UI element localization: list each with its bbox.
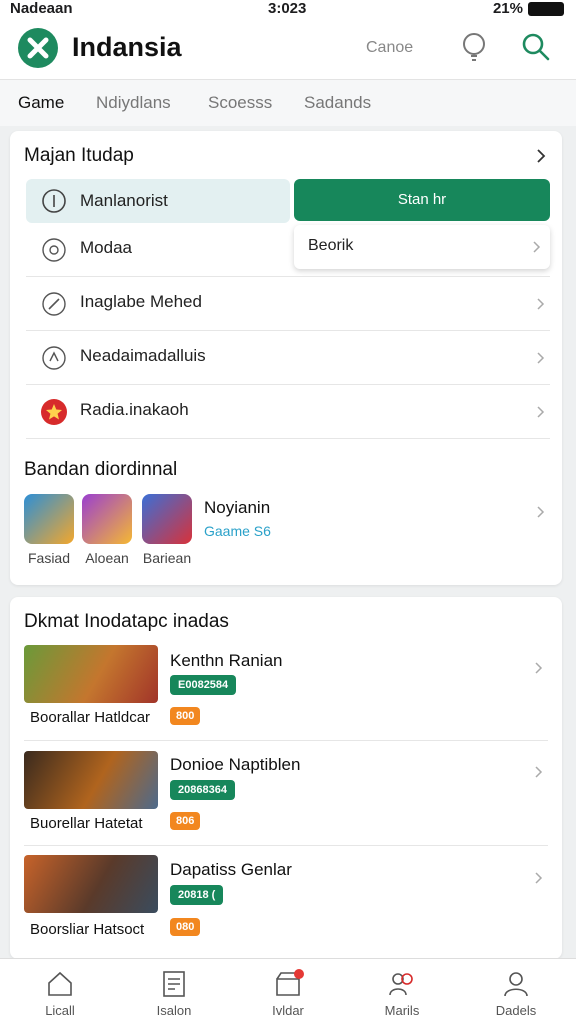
highlight-row[interactable]: Manlanorist bbox=[26, 179, 290, 223]
chevron-right-icon bbox=[537, 298, 545, 310]
app-bar: Indansia Canoe bbox=[0, 18, 576, 80]
battery-percent: 21% bbox=[492, 0, 523, 17]
list-item-inaglabe[interactable]: Inaglabe Mehed bbox=[26, 277, 550, 331]
search-icon[interactable] bbox=[518, 30, 554, 66]
list-item-label: Inaglabe Mehed bbox=[80, 292, 202, 311]
nav-item-home[interactable]: Licall bbox=[20, 965, 100, 1021]
promo-tag: 800 bbox=[170, 707, 201, 725]
info-icon bbox=[42, 189, 66, 213]
promo-title[interactable]: Kenthn Ranian bbox=[170, 651, 282, 671]
chevron-right-icon[interactable] bbox=[532, 661, 546, 675]
game-caption: Aloean bbox=[85, 550, 129, 566]
nav-label: Isalon bbox=[156, 1003, 192, 1018]
divider bbox=[24, 845, 548, 846]
highlight-label: Manlanorist bbox=[80, 191, 168, 210]
promo-thumbnail[interactable] bbox=[24, 855, 158, 913]
promo-thumbnail[interactable] bbox=[24, 751, 158, 809]
game-caption: Bariean bbox=[142, 550, 192, 566]
featured-game-title[interactable]: Noyianin bbox=[204, 498, 270, 518]
promo-title[interactable]: Dapatiss Genlar bbox=[170, 860, 292, 880]
chevron-right-icon[interactable] bbox=[532, 765, 546, 779]
gauge-icon bbox=[42, 346, 66, 370]
nav-item-isalon[interactable]: Isalon bbox=[134, 965, 214, 1021]
promo-title[interactable]: Donioe Naptiblen bbox=[170, 755, 300, 775]
battery-status: 21% bbox=[493, 0, 564, 17]
nav-label: Licall bbox=[45, 1003, 75, 1018]
document-icon bbox=[163, 971, 185, 997]
tab-sadands[interactable]: Sadands bbox=[304, 93, 371, 113]
dropdown-menu[interactable]: Beorik bbox=[294, 225, 550, 269]
list-item-label: Radia.inakaoh bbox=[80, 400, 189, 419]
tab-game[interactable]: Game bbox=[18, 93, 64, 113]
app-logo-icon bbox=[18, 28, 58, 68]
profile-icon bbox=[504, 972, 528, 997]
edit-icon bbox=[42, 292, 66, 316]
tab-scoesss[interactable]: Scoesss bbox=[208, 93, 272, 113]
start-button[interactable]: Stan hr bbox=[294, 179, 550, 221]
game-thumbnail[interactable] bbox=[24, 494, 74, 544]
nav-label: Dadels bbox=[495, 1003, 537, 1018]
game-thumbnail[interactable] bbox=[142, 494, 192, 544]
promo-tag: 080 bbox=[170, 918, 201, 936]
chevron-right-icon[interactable] bbox=[534, 505, 548, 519]
clock: 3:023 bbox=[268, 0, 307, 17]
promo-code-badge: E0082584 bbox=[170, 675, 237, 695]
list-item-neadaimadalluis[interactable]: Neadaimadalluis bbox=[26, 331, 550, 385]
status-bar: Nadeaan 3:023 21% bbox=[0, 0, 576, 18]
game-thumbnail[interactable] bbox=[82, 494, 132, 544]
promos-title: Dkmat Inodatapc inadas bbox=[24, 611, 229, 632]
tab-ndiydlans[interactable]: Ndiydlans bbox=[96, 93, 171, 113]
tab-bar: Game Ndiydlans Scoesss Sadands bbox=[0, 80, 576, 126]
game-caption: Fasiad bbox=[27, 550, 71, 566]
main-card-title[interactable]: Majan Itudap bbox=[24, 145, 134, 167]
notification-dot bbox=[294, 969, 304, 979]
nav-label: Ivldar bbox=[272, 1003, 304, 1018]
cancel-button[interactable]: Canoe bbox=[366, 39, 413, 57]
chevron-right-icon bbox=[537, 352, 545, 364]
settings-icon bbox=[42, 238, 66, 262]
chevron-right-icon[interactable] bbox=[532, 871, 546, 885]
featured-game-subtitle[interactable]: Gaame S6 bbox=[204, 523, 271, 539]
promo-code-badge: 20868364 bbox=[170, 780, 235, 800]
games-section-title: Bandan diordinnal bbox=[24, 459, 178, 480]
users-icon bbox=[389, 973, 413, 996]
promo-tag: 806 bbox=[170, 812, 201, 830]
promo-code-badge: 20818 ( bbox=[170, 885, 224, 905]
dropdown-label: Beorik bbox=[308, 237, 354, 254]
promo-caption: Boorallar Hatldcar bbox=[30, 709, 151, 726]
list-item-label: Neadaimadalluis bbox=[80, 346, 206, 365]
carrier-name: Nadeaan bbox=[10, 0, 73, 17]
promo-caption: Boorsliar Hatsoct bbox=[30, 921, 145, 938]
promo-thumbnail[interactable] bbox=[24, 645, 158, 703]
list-item-label: Modaa bbox=[80, 238, 132, 257]
main-card: Majan Itudap Manlanorist Stan hr Modaa B… bbox=[10, 131, 562, 585]
home-icon bbox=[48, 971, 72, 996]
nav-label: Marils bbox=[384, 1003, 420, 1018]
divider bbox=[24, 740, 548, 741]
star-badge-icon bbox=[41, 399, 67, 425]
app-title: Indansia bbox=[72, 32, 182, 62]
lightbulb-icon[interactable] bbox=[456, 30, 492, 66]
promos-card: Dkmat Inodatapc inadas Boorallar Hatldca… bbox=[10, 597, 562, 959]
chevron-right-icon bbox=[537, 406, 545, 418]
nav-item-dadels[interactable]: Dadels bbox=[476, 965, 556, 1021]
chevron-right-icon bbox=[533, 241, 541, 253]
chevron-right-icon[interactable] bbox=[534, 149, 548, 163]
list-item-radia[interactable]: Radia.inakaoh bbox=[26, 385, 550, 439]
battery-icon bbox=[528, 1, 564, 16]
nav-item-ivldar[interactable]: Ivldar bbox=[248, 965, 328, 1021]
nav-item-marils[interactable]: Marils bbox=[362, 965, 442, 1021]
promo-caption: Buorellar Hatetat bbox=[30, 815, 143, 832]
bottom-nav: Licall Isalon Ivldar Marils Dadels bbox=[0, 958, 576, 1024]
